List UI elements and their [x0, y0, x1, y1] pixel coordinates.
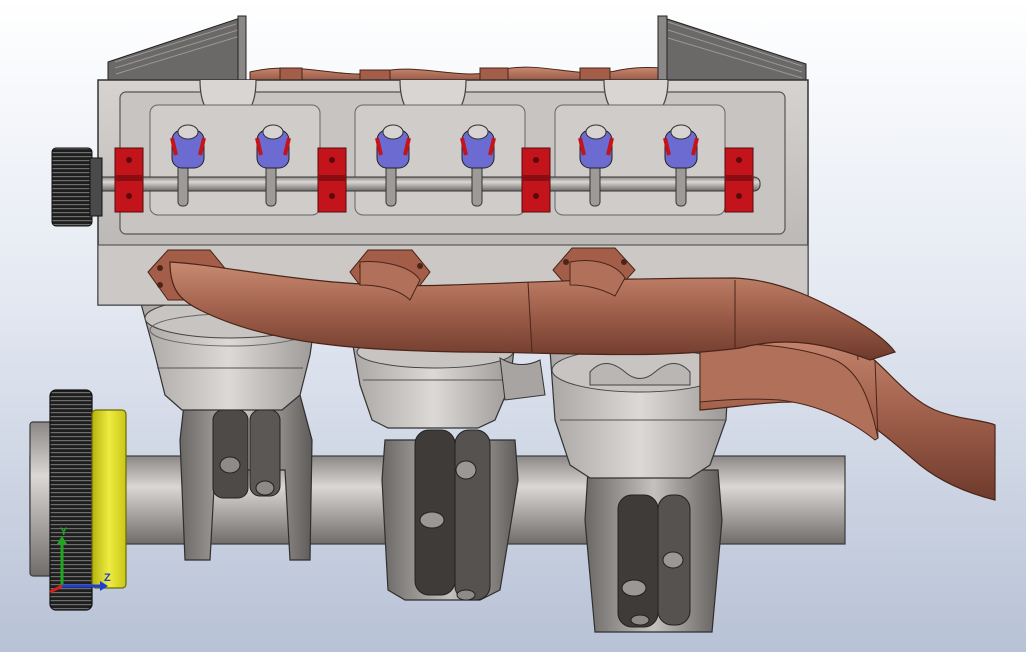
shaft-bracket-3	[521, 147, 551, 213]
y-axis-label: Y	[60, 526, 68, 538]
shaft-bracket-2	[317, 147, 347, 213]
crank-web	[499, 357, 546, 401]
connecting-rod-3	[584, 469, 723, 633]
rocker-shaft[interactable]	[94, 176, 761, 192]
connecting-rod-2	[381, 429, 519, 601]
triad-graphic	[49, 536, 108, 594]
x-axis-arrow	[49, 584, 63, 594]
cad-viewport[interactable]: Y Z	[0, 0, 1026, 652]
shaft-bracket-4	[724, 147, 754, 213]
coordinate-triad: Y Z	[40, 526, 120, 598]
cooling-fins[interactable]	[107, 15, 807, 83]
shaft-bracket-1	[114, 147, 144, 213]
cam-pulley[interactable]	[51, 147, 103, 227]
z-axis-label: Z	[104, 572, 111, 584]
engine-model[interactable]	[0, 0, 1026, 652]
